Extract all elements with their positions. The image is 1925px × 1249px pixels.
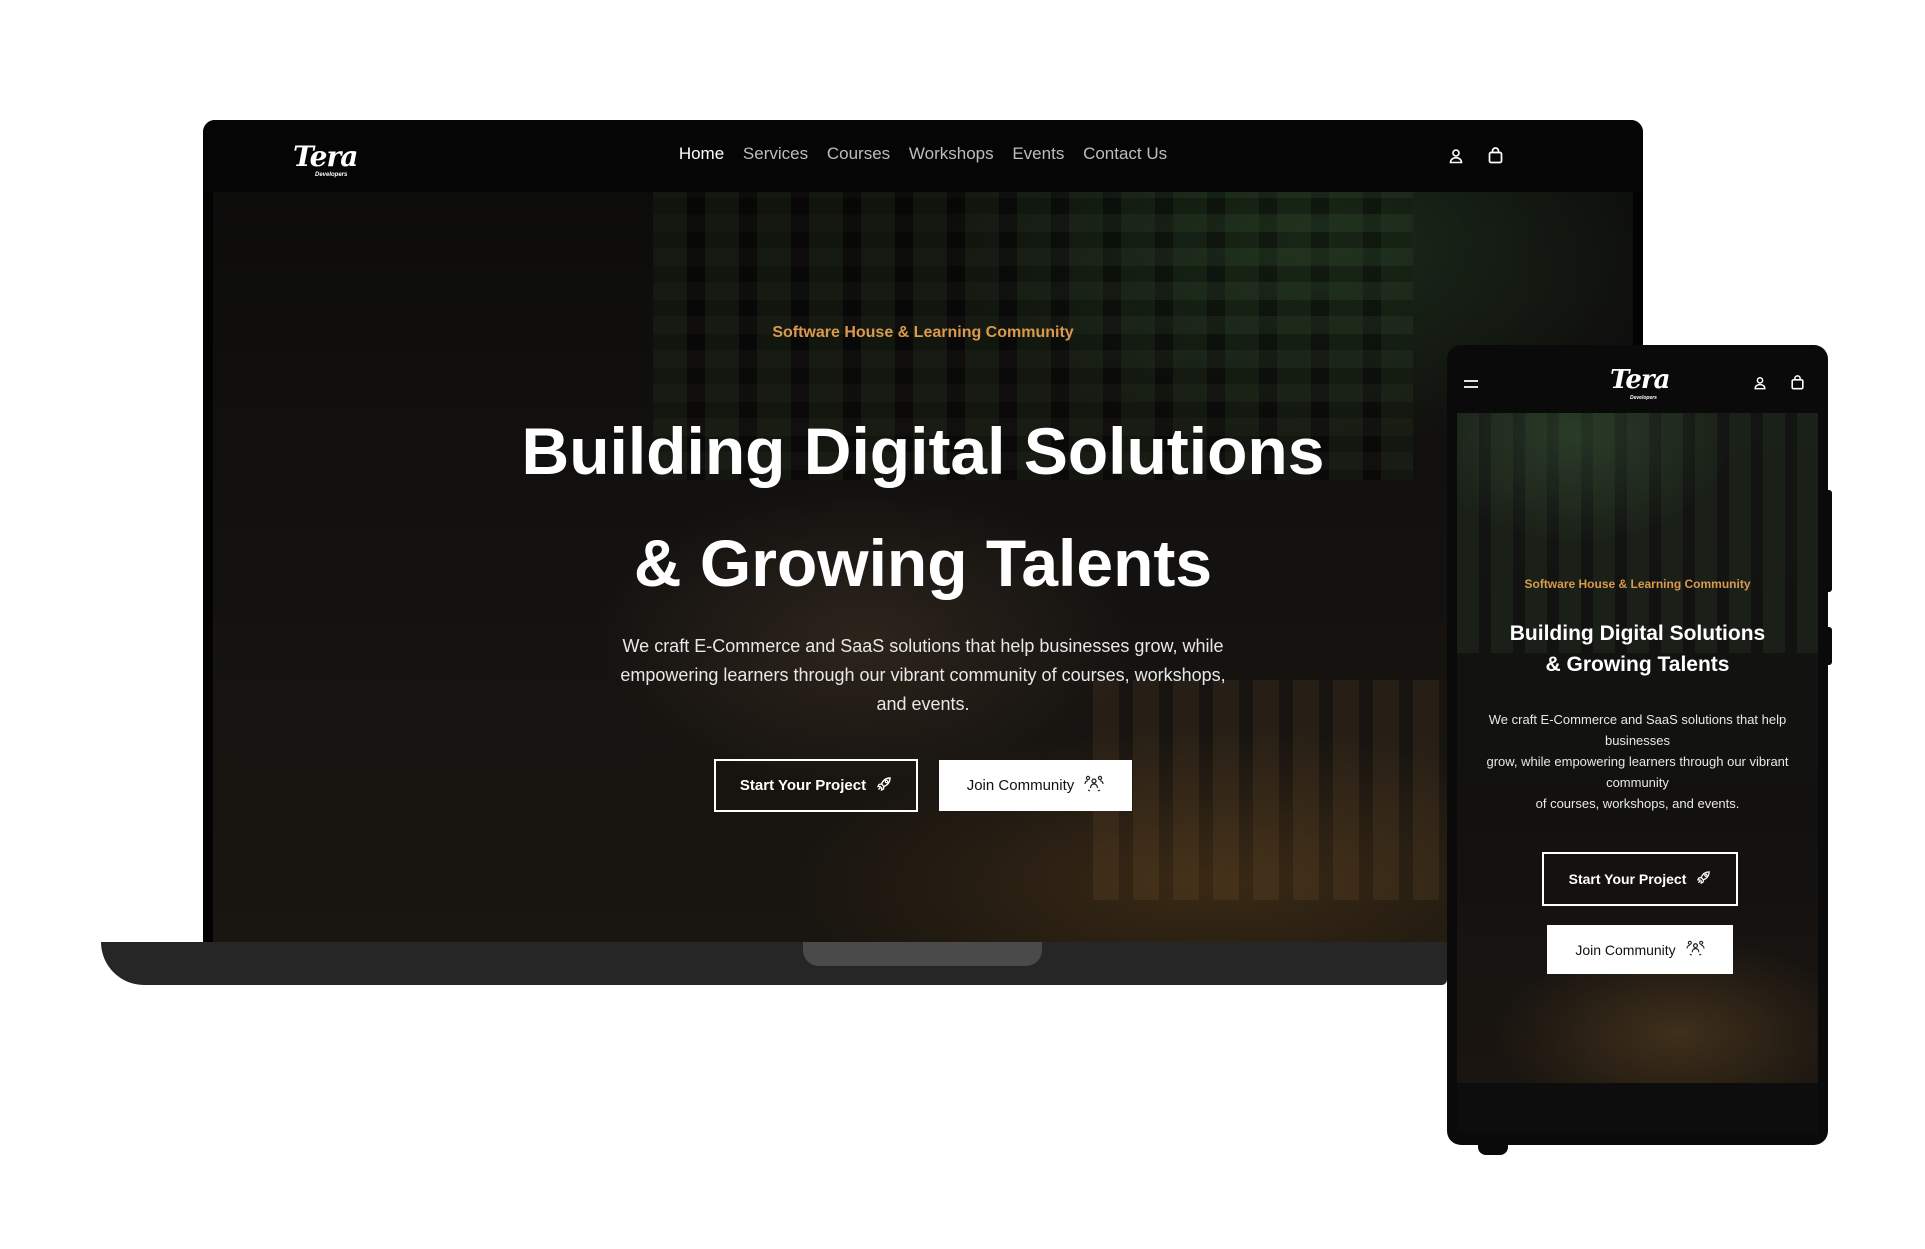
mobile-join-community-label: Join Community: [1575, 941, 1676, 958]
community-icon: [1084, 775, 1104, 797]
nav-item-courses[interactable]: Courses: [827, 144, 890, 163]
mobile-join-community-button[interactable]: Join Community: [1547, 925, 1733, 974]
mobile-brand-logo[interactable]: Tera Developers: [1610, 365, 1670, 401]
top-navbar: Tera Developers Home Services Courses Wo…: [203, 120, 1643, 192]
nav-item-events[interactable]: Events: [1012, 144, 1064, 163]
hero-headline: Building Digital Solutions & Growing Tal…: [203, 395, 1643, 619]
laptop-notch: [803, 942, 1042, 966]
hero-description: We craft E-Commerce and SaaS solutions t…: [620, 636, 1226, 714]
mobile-description-line3: of courses, workshops, and events.: [1535, 796, 1740, 811]
hero-headline-line2: & Growing Talents: [633, 526, 1213, 600]
mobile-device: Tera Developers Software House & Learnin…: [1447, 345, 1828, 1145]
mobile-hero-tagline: Software House & Learning Community: [1524, 577, 1751, 591]
start-your-project-button[interactable]: Start Your Project: [714, 759, 918, 812]
nav-item-services[interactable]: Services: [743, 144, 808, 163]
nav-item-home[interactable]: Home: [679, 144, 724, 163]
mobile-description-line2: grow, while empowering learners through …: [1486, 754, 1789, 790]
mobile-hero-headline-line2: & Growing Talents: [1545, 653, 1730, 676]
join-community-button[interactable]: Join Community: [939, 760, 1132, 811]
mobile-hero-description: We craft E-Commerce and SaaS solutions t…: [1465, 709, 1810, 814]
mobile-shopping-bag-icon[interactable]: [1790, 375, 1805, 390]
nav-menu: Home Services Courses Workshops Events C…: [203, 144, 1643, 164]
mobile-footer-strip: [1457, 1083, 1818, 1133]
mobile-start-your-project-label: Start Your Project: [1568, 871, 1687, 887]
nav-item-workshops[interactable]: Workshops: [909, 144, 994, 163]
mobile-user-icon[interactable]: [1753, 376, 1767, 390]
mobile-rocket-icon: [1696, 870, 1711, 888]
hero-headline-line1: Building Digital Solutions: [521, 414, 1325, 488]
mobile-hero-headline-line1: Building Digital Solutions: [1509, 622, 1766, 645]
hero-tagline: Software House & Learning Community: [772, 324, 1074, 341]
rocket-icon: [876, 776, 892, 796]
mobile-community-icon: [1686, 940, 1705, 960]
join-community-label: Join Community: [966, 777, 1075, 794]
laptop-base: [101, 942, 1447, 985]
mobile-description-line1: We craft E-Commerce and SaaS solutions t…: [1488, 712, 1787, 748]
hamburger-menu-icon[interactable]: [1463, 378, 1479, 390]
start-your-project-label: Start Your Project: [739, 777, 867, 794]
laptop-screen: Tera Developers Home Services Courses Wo…: [203, 120, 1643, 942]
mobile-hero-headline: Building Digital Solutions & Growing Tal…: [1447, 618, 1828, 680]
nav-item-contact-us[interactable]: Contact Us: [1083, 144, 1167, 163]
mobile-start-your-project-button[interactable]: Start Your Project: [1542, 852, 1738, 906]
